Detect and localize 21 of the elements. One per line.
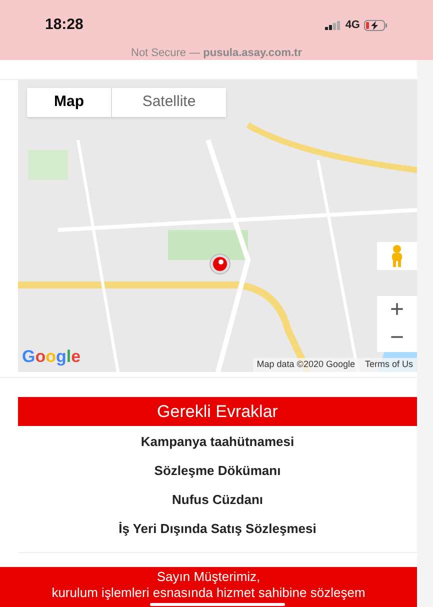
notice-text: kurulum işlemleri esnasında hizmet sahibine sözleşem xyxy=(52,585,366,601)
document-item: Nufus Cüzdanı xyxy=(172,491,263,509)
pegman-control[interactable] xyxy=(377,242,417,270)
map-logo: Google xyxy=(22,346,81,368)
zoom-out-button[interactable]: − xyxy=(377,324,417,352)
map-type-tab[interactable]: Map xyxy=(27,88,111,117)
notice-text: Sayın Müşterimiz, xyxy=(156,569,260,585)
map-attribution: Map data ©2020 Google xyxy=(256,358,355,372)
location-pin-icon xyxy=(209,253,231,275)
document-item: Kampanya taahütnamesi xyxy=(140,433,294,451)
documents-title: Gerekli Evraklar xyxy=(157,400,278,423)
document-item: Sözleşme Dökümanı xyxy=(154,462,281,480)
network-label: 4G xyxy=(345,18,360,33)
map-type-tab[interactable]: Satellite xyxy=(111,88,226,117)
document-item: İş Yeri Dışında Satış Sözleşmesi xyxy=(118,520,316,538)
map-panel[interactable]: Map Satellite + − Google Map data ©2020 Google Terms of Us xyxy=(18,80,417,372)
signal-icon xyxy=(325,20,342,30)
zoom-in-button[interactable]: + xyxy=(377,296,417,324)
terms-link[interactable]: Terms of Us xyxy=(364,358,413,372)
person-icon xyxy=(390,245,404,267)
status-time: 18:28 xyxy=(45,15,84,35)
